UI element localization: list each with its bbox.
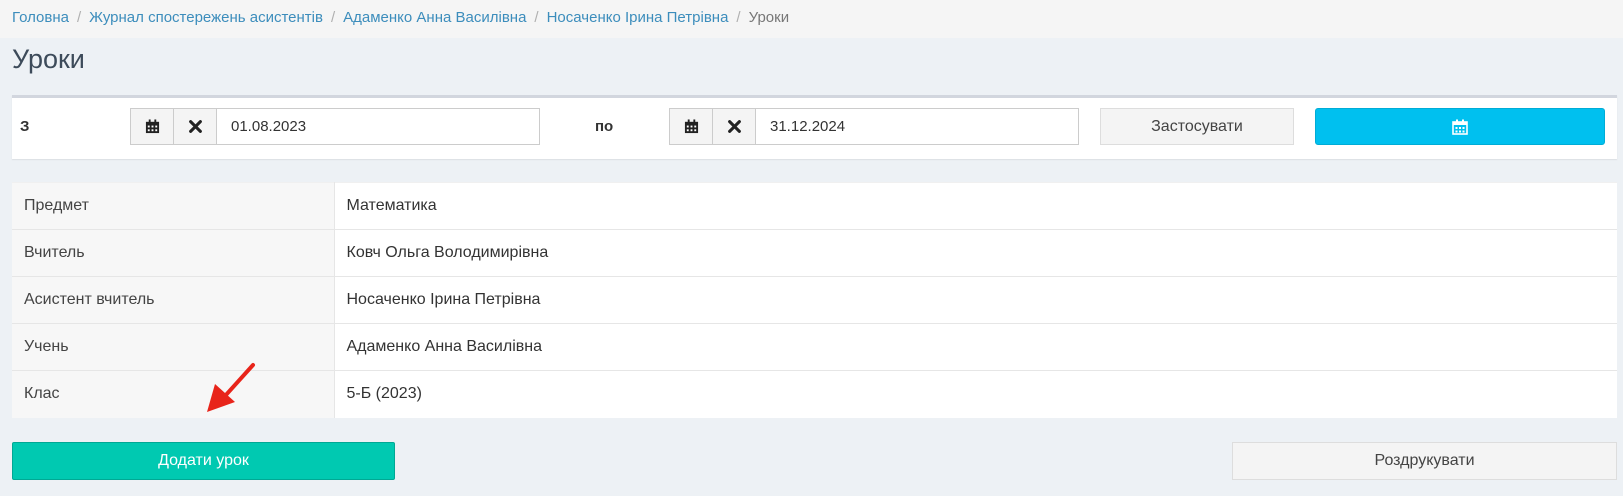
to-label: по: [595, 118, 614, 135]
info-key: Асистент вчитель: [12, 276, 335, 324]
apply-button[interactable]: Застосувати: [1100, 108, 1294, 145]
breadcrumb-separator: /: [77, 9, 82, 26]
breadcrumb-current: Уроки: [748, 9, 790, 26]
info-value: Адаменко Анна Василівна: [334, 323, 1617, 371]
info-value: Носаченко Ірина Петрівна: [334, 276, 1617, 324]
breadcrumb: Головна / Журнал спостережень асистентів / А…: [0, 0, 1623, 38]
from-calendar-button[interactable]: [130, 108, 174, 145]
to-clear-button[interactable]: [712, 108, 756, 145]
breadcrumb-separator: /: [534, 9, 539, 26]
breadcrumb-student[interactable]: Адаменко Анна Василівна: [343, 9, 526, 26]
info-key: Учень: [12, 323, 335, 371]
to-date-input[interactable]: [755, 108, 1079, 145]
close-icon: [188, 120, 202, 133]
breadcrumb-assistant[interactable]: Носаченко Ірина Петрівна: [547, 9, 729, 26]
red-arrow-annotation: [207, 363, 255, 412]
breadcrumb-separator: /: [736, 9, 741, 26]
calendar-icon: [145, 119, 159, 134]
close-icon: [727, 120, 741, 133]
info-key: Вчитель: [12, 229, 335, 277]
calendar-view-button[interactable]: [1315, 108, 1605, 145]
print-button[interactable]: Роздрукувати: [1232, 442, 1617, 480]
info-value: Математика: [334, 182, 1617, 230]
to-calendar-button[interactable]: [669, 108, 713, 145]
info-value: Ковч Ольга Володимирівна: [334, 229, 1617, 277]
breadcrumb-assistant-journal[interactable]: Журнал спостережень асистентів: [89, 9, 323, 26]
calendar-icon: [1452, 119, 1468, 135]
from-clear-button[interactable]: [173, 108, 217, 145]
info-key: Предмет: [12, 182, 335, 230]
date-filter-panel: З по Застосувати: [12, 95, 1617, 159]
table-row: Асистент вчитель Носаченко Ірина Петрівн…: [12, 276, 1617, 324]
add-lesson-button[interactable]: Додати урок: [12, 442, 395, 480]
table-row: Вчитель Ковч Ольга Володимирівна: [12, 229, 1617, 277]
breadcrumb-home[interactable]: Головна: [12, 9, 69, 26]
info-key: Клас: [12, 370, 335, 418]
calendar-icon: [684, 119, 698, 134]
from-date-input[interactable]: [216, 108, 540, 145]
breadcrumb-separator: /: [330, 9, 336, 26]
page-title: Уроки: [12, 44, 85, 74]
table-row: Предмет Математика: [12, 182, 1617, 230]
info-value: 5-Б (2023): [334, 370, 1617, 418]
from-label: З: [20, 118, 30, 135]
